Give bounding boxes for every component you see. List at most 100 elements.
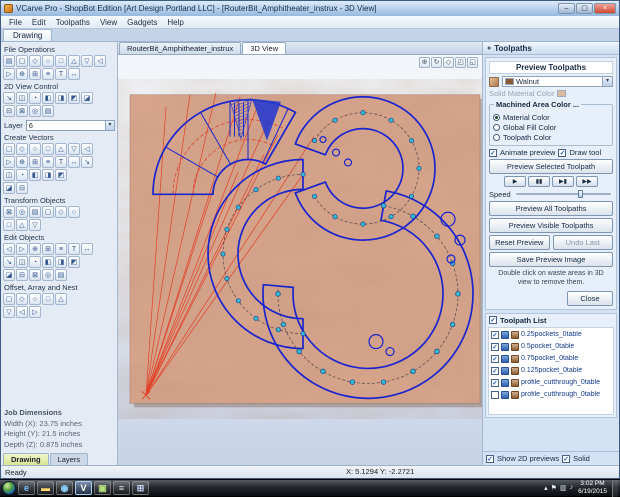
- undo-icon[interactable]: ⊕: [16, 68, 28, 80]
- text-on-curve-icon[interactable]: ◨: [42, 169, 54, 181]
- preview-selected-toolpath-button[interactable]: Preview Selected Toolpath: [489, 159, 613, 174]
- offset-vectors-icon[interactable]: ◪: [3, 269, 15, 281]
- symmetry-icon[interactable]: △: [55, 293, 67, 305]
- network-icon[interactable]: ▥: [560, 484, 567, 492]
- toolpath-list-checkbox[interactable]: ✓: [489, 316, 497, 324]
- extend-icon[interactable]: ↔: [81, 243, 93, 255]
- clock[interactable]: 3:02 PM 6/19/2015: [576, 480, 609, 496]
- toolpath-checkbox[interactable]: [491, 391, 499, 399]
- toolpath-item[interactable]: ✓0.75pocket_0table: [491, 353, 611, 365]
- toolpath-item[interactable]: ✓0.5pocket_0table: [491, 341, 611, 353]
- menu-view[interactable]: View: [95, 18, 122, 27]
- rotate-view-icon[interactable]: ↻: [431, 57, 442, 68]
- rotate-icon[interactable]: ◎: [16, 206, 28, 218]
- circular-array-icon[interactable]: ▷: [29, 306, 41, 318]
- draw-text-icon[interactable]: ◫: [3, 169, 15, 181]
- single-step-button[interactable]: ▶▮: [552, 176, 574, 187]
- move-icon[interactable]: ⊠: [3, 206, 15, 218]
- zoom-in-icon[interactable]: ↘: [3, 92, 15, 104]
- previous-view-icon[interactable]: ◩: [68, 92, 80, 104]
- import-bitmap-icon[interactable]: ◪: [3, 182, 15, 194]
- image-viewer-icon[interactable]: ▣: [94, 481, 111, 495]
- node-editing-icon[interactable]: ▷: [16, 243, 28, 255]
- ellipse-icon[interactable]: ◇: [16, 143, 28, 155]
- windows-explorer-icon[interactable]: ▬: [37, 481, 54, 495]
- vector-texture-icon[interactable]: ⊞: [29, 156, 41, 168]
- speed-slider[interactable]: [514, 189, 613, 199]
- text-block-icon[interactable]: ◔: [16, 169, 28, 181]
- trim-icon[interactable]: ↘: [81, 156, 93, 168]
- align-icon[interactable]: ○: [68, 206, 80, 218]
- polyline-icon[interactable]: ▽: [68, 143, 80, 155]
- trace-bitmap-icon[interactable]: ⊟: [16, 182, 28, 194]
- create-fillets-icon[interactable]: ⊟: [16, 269, 28, 281]
- print-icon[interactable]: △: [68, 55, 80, 67]
- iso-view-icon[interactable]: ◇: [443, 57, 454, 68]
- scale-icon[interactable]: ▤: [29, 206, 41, 218]
- reset-preview-button[interactable]: Reset Preview: [489, 235, 550, 250]
- subtract-icon[interactable]: ◫: [16, 256, 28, 268]
- solid-checkbox[interactable]: ✓: [562, 455, 570, 463]
- freehand-icon[interactable]: ⊕: [16, 156, 28, 168]
- menu-help[interactable]: Help: [162, 18, 188, 27]
- animate-preview-checkbox[interactable]: ✓: [489, 149, 497, 157]
- radio-toolpath-color[interactable]: [493, 134, 500, 141]
- paste-along-icon[interactable]: ▽: [3, 306, 15, 318]
- show-2d-previews-checkbox[interactable]: ✓: [486, 455, 494, 463]
- play-button[interactable]: ▶: [504, 176, 526, 187]
- media-player-icon[interactable]: ◉: [56, 481, 73, 495]
- minimize-button[interactable]: –: [558, 3, 575, 14]
- mirror-icon[interactable]: ▢: [42, 206, 54, 218]
- nest-parts-icon[interactable]: □: [42, 293, 54, 305]
- show-desktop-button[interactable]: [612, 480, 618, 497]
- menu-toolpaths[interactable]: Toolpaths: [51, 18, 95, 27]
- titlebar[interactable]: VCarve Pro - ShopBot Edition [Art Design…: [1, 1, 619, 16]
- toolpath-checkbox[interactable]: ✓: [491, 343, 499, 351]
- rectangle-icon[interactable]: ○: [29, 143, 41, 155]
- toolpath-item[interactable]: profile_cutthrough_0table: [491, 389, 611, 401]
- paste-icon[interactable]: ▷: [3, 68, 15, 80]
- close-window-button[interactable]: ×: [594, 3, 616, 14]
- preview-all-toolpaths-button[interactable]: Preview All Toolpaths: [489, 201, 613, 216]
- toolpath-checkbox[interactable]: ✓: [491, 331, 499, 339]
- maximize-button[interactable]: ▢: [576, 3, 593, 14]
- fit-curves-icon[interactable]: ◨: [55, 256, 67, 268]
- calculator-icon[interactable]: ⊞: [132, 481, 149, 495]
- slice-icon[interactable]: ◧: [42, 256, 54, 268]
- zoom-extents-icon[interactable]: ⊕: [419, 57, 430, 68]
- eraser-icon[interactable]: ◎: [42, 269, 54, 281]
- select-icon[interactable]: ◁: [3, 243, 15, 255]
- tab-drawing[interactable]: Drawing: [3, 29, 52, 41]
- refresh-icon[interactable]: ◪: [81, 92, 93, 104]
- close-button[interactable]: Close: [567, 291, 613, 306]
- undo-last-button[interactable]: Undo Last: [553, 235, 614, 250]
- toolpath-item[interactable]: ✓profile_cutthrough_0table: [491, 377, 611, 389]
- array-copy-icon[interactable]: ▽: [29, 219, 41, 231]
- array-icon[interactable]: ◇: [16, 293, 28, 305]
- job-setup-icon[interactable]: ≡: [42, 68, 54, 80]
- curve-icon[interactable]: ▷: [3, 156, 15, 168]
- vcarve-pro-icon[interactable]: V: [75, 481, 92, 495]
- import-vectors-icon[interactable]: ○: [42, 55, 54, 67]
- panel-tab-drawing[interactable]: Drawing: [3, 453, 49, 465]
- measure-icon[interactable]: ↔: [68, 156, 80, 168]
- copy-icon[interactable]: ◁: [94, 55, 106, 67]
- save-file-icon[interactable]: ◇: [29, 55, 41, 67]
- speed-slider-thumb[interactable]: [578, 190, 583, 198]
- scissors-icon[interactable]: ⊠: [29, 269, 41, 281]
- document-tab-3d-view[interactable]: 3D View: [242, 42, 286, 54]
- open-file-icon[interactable]: ▢: [16, 55, 28, 67]
- node-edit-icon[interactable]: T: [55, 156, 67, 168]
- new-file-icon[interactable]: ▤: [3, 55, 15, 67]
- preview-visible-toolpaths-button[interactable]: Preview Visible Toolpaths: [489, 218, 613, 233]
- radio-global-fill-color[interactable]: [493, 124, 500, 131]
- join-vectors-icon[interactable]: ⊞: [42, 243, 54, 255]
- radio-material-color[interactable]: [493, 114, 500, 121]
- toolpath-checkbox[interactable]: ✓: [491, 379, 499, 387]
- help-icon[interactable]: ↔: [68, 68, 80, 80]
- measure-tool-icon[interactable]: ⊕: [29, 243, 41, 255]
- notepad-icon[interactable]: ≡: [113, 481, 130, 495]
- menu-file[interactable]: File: [4, 18, 27, 27]
- toolpath-checkbox[interactable]: ✓: [491, 355, 499, 363]
- star-icon[interactable]: △: [55, 143, 67, 155]
